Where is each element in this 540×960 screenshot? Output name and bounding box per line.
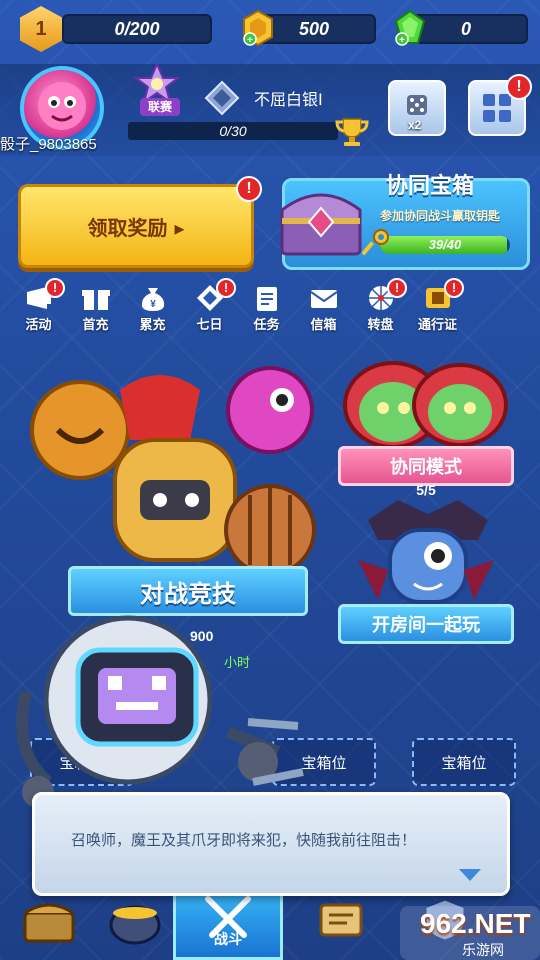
coop-chest-subtitle: 参加协同战斗赢取钥匙: [380, 209, 501, 223]
menu-label: 任务: [253, 318, 280, 333]
menu-alert-badge: !: [387, 278, 407, 298]
gold-coin-icon[interactable]: +: [240, 8, 276, 48]
gem-icon[interactable]: +: [392, 8, 428, 48]
svg-text:+: +: [399, 35, 405, 46]
player-name: 骰子_9803865: [0, 136, 97, 153]
robot-assistant-icon: [16, 615, 304, 808]
menu-alert-badge: !: [45, 278, 65, 298]
battle-arena-title: 对战竞技: [140, 579, 236, 608]
coop-chest-title: 协同宝箱: [386, 174, 475, 199]
menu-label: 活动: [25, 318, 52, 333]
menu-item-battle-pass[interactable]: 通行证 !: [409, 278, 466, 338]
rank-progress-bar: 0/30: [128, 122, 338, 140]
task-icon: [250, 282, 284, 314]
gem-value: 0: [460, 18, 471, 39]
chest-slot-label: 宝箱位: [301, 753, 347, 772]
rank-progress-value: 0/30: [219, 123, 247, 139]
gift-icon: [79, 282, 113, 314]
menu-label: 累充: [139, 318, 166, 333]
rank-name: 不屈白银Ⅰ: [254, 90, 323, 109]
menu-item-first-recharge[interactable]: 首充: [67, 280, 124, 338]
claim-reward-label: 领取奖励 ▸: [87, 215, 185, 240]
svg-text:+: +: [247, 35, 253, 46]
site-watermark: 962.NET 乐游网: [400, 906, 540, 960]
menu-item-mailbox[interactable]: 信箱: [295, 280, 352, 338]
cauldron-nav-icon: [109, 905, 161, 945]
rank-emblem-icon: [204, 80, 240, 116]
scroll-nav-icon: [319, 903, 363, 937]
zombie-football-icon: [343, 361, 508, 449]
level-value: 1: [35, 17, 47, 40]
coop-mode-banner: 协同模式: [338, 446, 514, 486]
exp-counter: 0/200: [62, 14, 212, 44]
menu-label: 转盘: [367, 318, 394, 333]
chest-nav-icon: [23, 903, 75, 943]
money-bag-icon: ¥: [136, 282, 170, 314]
coop-chest-progress-text: 39/40: [428, 237, 462, 252]
watermark-logo-text: 962.NET: [420, 908, 531, 939]
claim-reward-button[interactable]: 领取奖励 ▸: [18, 184, 254, 268]
room-mode-title: 开房间一起玩: [372, 615, 480, 636]
watermark-sub-text: 乐游网: [462, 943, 504, 959]
trophy-icon[interactable]: [334, 116, 370, 148]
room-mode-card[interactable]: 开房间一起玩: [338, 500, 514, 662]
league-label: 联赛: [140, 98, 180, 116]
vampire-creature-icon: [358, 500, 494, 604]
menu-label: 通行证: [417, 318, 457, 333]
menu-alert-badge: !: [444, 278, 464, 298]
menu-label: 首充: [82, 318, 109, 333]
exp-value: 0/200: [114, 18, 160, 39]
menu-item-cumulative-recharge[interactable]: ¥ 累充: [124, 280, 181, 338]
chest-slot-label: 宝箱位: [441, 753, 487, 772]
menu-item-seven-days[interactable]: 七日 !: [181, 278, 238, 338]
menu-item-tasks[interactable]: 任务: [238, 280, 295, 338]
mail-icon: [307, 282, 341, 314]
coop-chest-progress-bar: 39/40: [380, 236, 510, 254]
svg-text:¥: ¥: [150, 299, 156, 310]
chest-slot-3[interactable]: 宝箱位: [412, 738, 516, 786]
gold-value: 500: [298, 18, 330, 39]
menu-alert-badge: !: [216, 278, 236, 298]
menu-item-wheel[interactable]: 转盘 !: [352, 278, 409, 338]
robot-assistant: [8, 612, 308, 822]
tutorial-dialog-text: 召唤师，魔王及其爪牙即将来犯，快随我前往阻击！: [71, 831, 417, 849]
claim-alert-badge: !: [236, 176, 262, 202]
key-icon: [361, 228, 390, 258]
continue-arrow-icon[interactable]: [459, 869, 481, 881]
menu-label: 七日: [196, 318, 223, 333]
coop-mode-card[interactable]: 协同模式 5/5: [338, 350, 514, 500]
coop-mode-count: 5/5: [416, 482, 436, 498]
treasure-chest-icon: [274, 180, 368, 260]
grid-alert-badge: !: [506, 74, 532, 100]
tutorial-dialog[interactable]: 召唤师，魔王及其爪牙即将来犯，快随我前往阻击！: [32, 792, 510, 896]
activity-menu-row: 活动 ! 首充 ¥ 累充 七日 ! 任务 信箱 转盘 ! 通行证 !: [10, 278, 470, 338]
level-badge[interactable]: 1: [20, 6, 62, 52]
nav-battle-label: 战斗: [214, 932, 242, 948]
room-mode-banner: 开房间一起玩: [338, 604, 514, 644]
menu-label: 信箱: [310, 318, 337, 333]
top-bar: 0/200 1 500 + 0 +: [0, 0, 540, 62]
coop-mode-title: 协同模式: [390, 457, 462, 478]
menu-item-activity[interactable]: 活动 !: [10, 278, 67, 338]
dice-count: x2: [408, 118, 422, 132]
battle-arena-banner[interactable]: 对战竞技: [68, 566, 308, 616]
